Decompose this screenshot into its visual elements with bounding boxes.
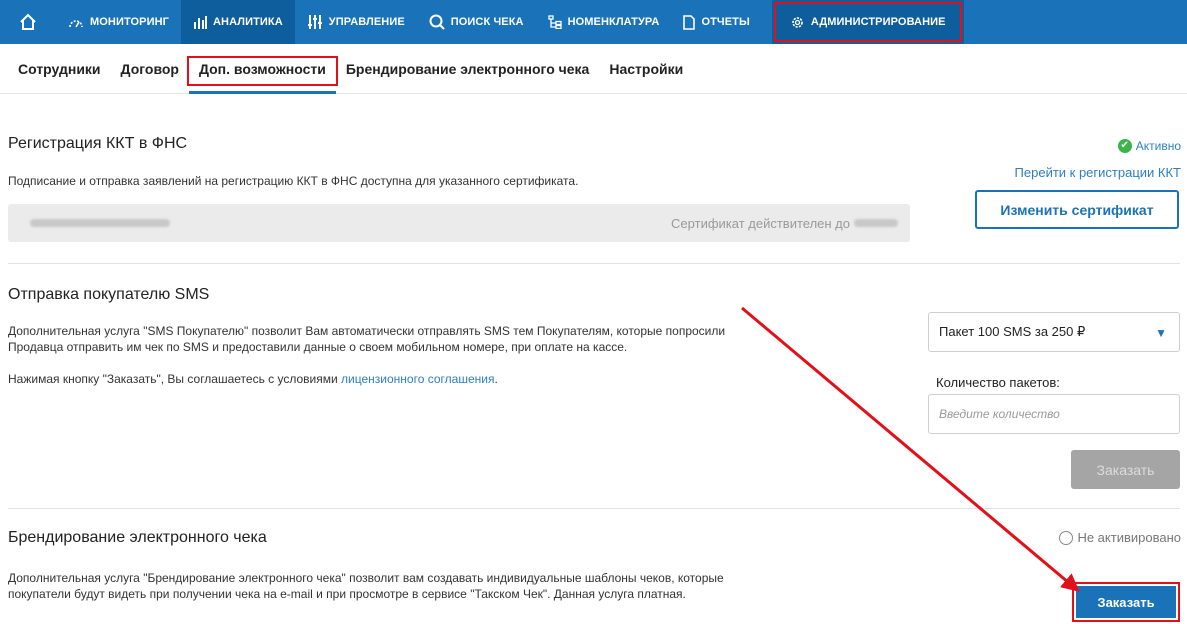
nav-administration[interactable]: АДМИНИСТРИРОВАНИЕ bbox=[771, 0, 964, 44]
tab-receipt-branding[interactable]: Брендирование электронного чека bbox=[336, 44, 600, 94]
bar-chart-icon bbox=[193, 15, 207, 29]
tab-settings[interactable]: Настройки bbox=[599, 44, 693, 94]
kkt-status: ✔ Активно bbox=[1117, 139, 1181, 153]
sms-package-select[interactable]: Пакет 100 SMS за 250 ₽ ▼ bbox=[928, 312, 1180, 352]
nav-receipt-search[interactable]: ПОИСК ЧЕКА bbox=[417, 0, 536, 44]
divider bbox=[8, 263, 1180, 264]
highlight-box: Заказать bbox=[1072, 582, 1180, 622]
nav-nomenclature[interactable]: НОМЕНКЛАТУРА bbox=[536, 0, 672, 44]
branding-order-button[interactable]: Заказать bbox=[1076, 586, 1176, 618]
kkt-title: Регистрация ККТ в ФНС bbox=[8, 135, 188, 152]
agreement-end: . bbox=[494, 372, 498, 386]
tab-label: Сотрудники bbox=[18, 60, 101, 77]
branding-description: Дополнительная услуга "Брендирование эле… bbox=[8, 570, 1180, 602]
kkt-registration-link[interactable]: Перейти к регистрации ККТ bbox=[1015, 165, 1181, 180]
branding-description-line2: покупатели будут видеть при получении че… bbox=[8, 587, 686, 601]
nav-monitoring[interactable]: МОНИТОРИНГ bbox=[56, 0, 181, 44]
certificate-bar: Сертификат действителен до bbox=[8, 204, 910, 242]
branding-status-label: Не активировано bbox=[1077, 530, 1181, 545]
search-icon bbox=[429, 14, 445, 30]
tab-label: Договор bbox=[120, 60, 179, 77]
agreement-text: Нажимая кнопку "Заказать", Вы соглашаете… bbox=[8, 372, 342, 386]
tab-contract[interactable]: Договор bbox=[111, 44, 189, 94]
change-certificate-button[interactable]: Изменить сертификат bbox=[975, 190, 1179, 229]
certificate-valid-label: Сертификат действителен до bbox=[671, 216, 850, 231]
home-button[interactable] bbox=[0, 0, 56, 44]
certificate-number-blurred bbox=[30, 219, 170, 227]
nav-label: МОНИТОРИНГ bbox=[90, 16, 169, 28]
nav-analytics[interactable]: АНАЛИТИКА bbox=[181, 0, 295, 44]
license-agreement-link[interactable]: лицензионного соглашения bbox=[341, 372, 494, 386]
document-icon bbox=[683, 14, 696, 30]
nav-label: НОМЕНКЛАТУРА bbox=[567, 16, 660, 28]
home-icon bbox=[20, 13, 36, 30]
qty-label: Количество пакетов: bbox=[936, 375, 1060, 390]
nav-management[interactable]: УПРАВЛЕНИЕ bbox=[295, 0, 417, 44]
nav-label: ПОИСК ЧЕКА bbox=[450, 16, 524, 28]
tab-label: Настройки bbox=[609, 60, 684, 77]
branding-status: Не активировано bbox=[1059, 530, 1181, 545]
tab-employees[interactable]: Сотрудники bbox=[8, 44, 111, 94]
nav-label: АДМИНИСТРИРОВАНИЕ bbox=[810, 16, 946, 28]
kkt-description: Подписание и отправка заявлений на регис… bbox=[8, 174, 579, 188]
branding-description-line1: Дополнительная услуга "Брендирование эле… bbox=[8, 571, 724, 585]
sub-tabs: Сотрудники Договор Доп. возможности Брен… bbox=[0, 44, 1187, 94]
nav-reports[interactable]: ОТЧЕТЫ bbox=[671, 0, 761, 44]
sms-order-button[interactable]: Заказать bbox=[1071, 450, 1180, 489]
branding-title: Брендирование электронного чека bbox=[8, 529, 267, 546]
divider bbox=[8, 508, 1180, 509]
certificate-date-blurred bbox=[854, 219, 898, 227]
highlight-box bbox=[186, 55, 338, 86]
sms-package-value: Пакет 100 SMS за 250 ₽ bbox=[939, 324, 1086, 339]
gauge-icon bbox=[68, 16, 84, 28]
check-circle-icon: ✔ bbox=[1117, 139, 1132, 153]
nav-label: ОТЧЕТЫ bbox=[701, 16, 750, 28]
tab-extra-features[interactable]: Доп. возможности bbox=[186, 44, 338, 94]
top-navigation: МОНИТОРИНГ АНАЛИТИКА УПРАВЛЕНИЕ ПОИСК ЧЕ… bbox=[0, 0, 1187, 44]
nav-label: АНАЛИТИКА bbox=[213, 16, 283, 28]
hierarchy-icon bbox=[547, 15, 562, 29]
gear-icon bbox=[790, 15, 805, 30]
empty-circle-icon bbox=[1059, 530, 1074, 545]
sms-title: Отправка покупателю SMS bbox=[8, 286, 210, 303]
qty-input[interactable] bbox=[928, 394, 1180, 434]
nav-label: УПРАВЛЕНИЕ bbox=[328, 16, 405, 28]
tab-label: Брендирование электронного чека bbox=[345, 60, 590, 77]
caret-down-icon: ▼ bbox=[1155, 326, 1167, 340]
sliders-icon bbox=[307, 15, 323, 29]
kkt-status-label: Активно bbox=[1135, 139, 1181, 153]
